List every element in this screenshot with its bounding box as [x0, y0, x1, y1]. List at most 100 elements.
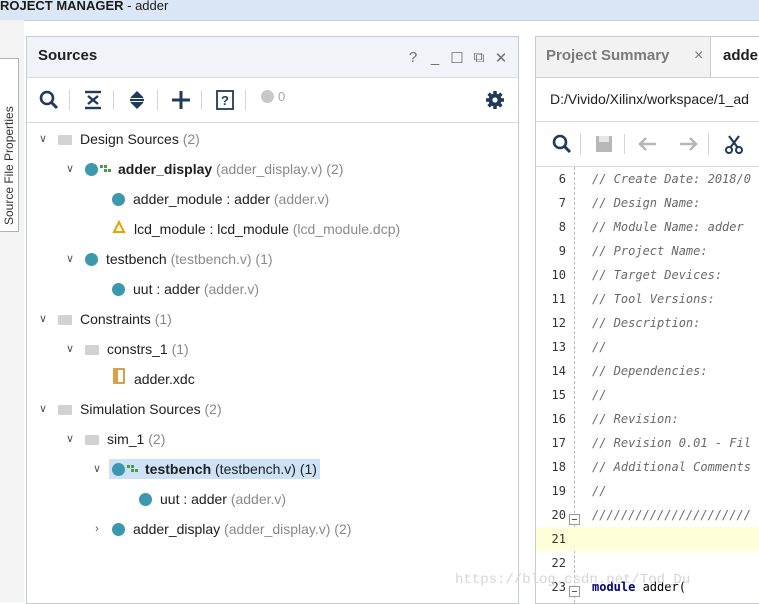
gear-icon[interactable]: [483, 88, 507, 112]
comment-text: // Revision:: [592, 412, 679, 426]
toolbar-separator: [708, 134, 709, 154]
undo-icon[interactable]: [636, 132, 660, 156]
editor-tab-bar: Project Summary × adder: [536, 37, 759, 78]
tree-node[interactable]: uut : adder (adder.v): [118, 487, 286, 511]
comment-text: //: [592, 388, 607, 402]
chevron-down-icon[interactable]: ∨: [64, 157, 76, 181]
line-number: 9: [558, 244, 566, 258]
tree-node[interactable]: adder.xdc: [91, 367, 195, 391]
tree-node[interactable]: ∨ adder_display (adder_display.v) (2): [64, 157, 343, 181]
float-icon[interactable]: ⧉: [472, 49, 486, 67]
tab-adder[interactable]: adder: [710, 37, 759, 77]
save-icon[interactable]: [592, 132, 616, 156]
chevron-down-icon[interactable]: ∨: [37, 127, 49, 151]
chevron-down-icon[interactable]: ∨: [64, 247, 76, 271]
tree-node[interactable]: uut : adder (adder.v): [91, 277, 259, 301]
minimize-icon[interactable]: _: [428, 49, 442, 67]
help-icon[interactable]: ?: [406, 49, 420, 67]
error-count: 0: [278, 89, 286, 104]
code-line: 11 // Tool Versions:: [536, 287, 759, 311]
tree-node[interactable]: ∨ Constraints (1): [37, 307, 172, 331]
tree-node-detail: (adder.v): [199, 281, 260, 297]
chevron-down-icon[interactable]: ∨: [64, 427, 76, 451]
line-number: 20: [551, 508, 566, 522]
expand-all-icon[interactable]: [125, 88, 149, 112]
code-line: 9 // Project Name:: [536, 239, 759, 263]
toolbar-separator: [69, 90, 70, 110]
comment-text: //: [592, 484, 607, 498]
panel-window-controls: ? _ ☐ ⧉ ✕: [406, 49, 508, 67]
tree-node-label: uut : adder: [133, 281, 200, 297]
tree-node-label: testbench: [106, 251, 167, 267]
chevron-down-icon[interactable]: ∨: [37, 397, 49, 421]
module-icon: [112, 523, 125, 536]
module-icon: [112, 283, 125, 296]
line-number: 17: [551, 436, 566, 450]
hierarchy-help-icon[interactable]: ?: [213, 88, 237, 112]
tree-node[interactable]: ∨ testbench (testbench.v) (1): [91, 457, 320, 481]
toolbar-separator: [624, 134, 625, 154]
tree-node[interactable]: lcd_module : lcd_module (lcd_module.dcp): [91, 217, 400, 241]
status-dot-icon: [261, 90, 274, 103]
code-editor[interactable]: 6 // Create Date: 2018/0 7 // Design Name: 8…: [536, 167, 759, 603]
tree-node-label: Design Sources: [80, 131, 179, 147]
error-count-badge[interactable]: 0: [261, 89, 285, 104]
tree-node-detail: (lcd_module.dcp): [288, 221, 401, 237]
redo-icon[interactable]: [676, 132, 700, 156]
sources-panel-header: Sources ? _ ☐ ⧉ ✕: [27, 37, 518, 77]
search-icon[interactable]: [550, 132, 574, 156]
tree-node[interactable]: ∨ Simulation Sources (2): [37, 397, 222, 421]
comment-text: //: [592, 340, 607, 354]
line-number: 8: [558, 220, 566, 234]
tree-node[interactable]: ∨ Design Sources (2): [37, 127, 200, 151]
line-number: 19: [551, 484, 566, 498]
maximize-icon[interactable]: ☐: [450, 49, 464, 67]
source-file-properties-tab[interactable]: Source File Properties: [0, 58, 19, 232]
close-icon[interactable]: ×: [694, 47, 703, 65]
hierarchy-icon: [100, 158, 111, 172]
tree-node-detail: (testbench.v) (1): [166, 251, 273, 267]
comment-text: //////////////////////: [592, 508, 751, 522]
line-number: 10: [551, 268, 566, 282]
tree-node-detail: (testbench.v) (1): [211, 461, 317, 477]
tree-node[interactable]: › adder_display (adder_display.v) (2): [91, 517, 351, 541]
tree-node-label: sim_1: [107, 431, 145, 447]
folder-icon: [58, 405, 72, 415]
chevron-down-icon[interactable]: ∨: [64, 337, 76, 361]
window-title-bar: ROJECT MANAGER - adder: [0, 0, 759, 21]
close-icon[interactable]: ✕: [494, 49, 508, 67]
cut-icon[interactable]: [722, 132, 746, 156]
tree-node[interactable]: ∨ sim_1 (2): [64, 427, 165, 451]
folder-icon: [85, 435, 99, 445]
comment-text: // Description:: [592, 316, 701, 330]
tree-node-label: testbench: [145, 461, 212, 477]
tree-node-label: constrs_1: [107, 341, 168, 357]
tree-node-label: adder_display: [118, 161, 213, 177]
tree-node-label: lcd_module : lcd_module: [134, 221, 289, 237]
module-icon: [112, 193, 125, 206]
chevron-down-icon[interactable]: ∨: [91, 457, 103, 481]
module-icon: [85, 253, 98, 266]
toolbar-separator: [113, 90, 114, 110]
code-line: 7 // Design Name:: [536, 191, 759, 215]
collapse-all-icon[interactable]: [81, 88, 105, 112]
code-line: 16 // Revision:: [536, 407, 759, 431]
editor-area: Project Summary × adder D:/Vivido/Xilinx…: [535, 36, 759, 604]
chevron-down-icon[interactable]: ∨: [37, 307, 49, 331]
code-line: 18 // Additional Comments: [536, 455, 759, 479]
code-line: 19 //: [536, 479, 759, 503]
tree-node[interactable]: ∨ testbench (testbench.v) (1): [64, 247, 273, 271]
comment-text: // Revision 0.01 - Fil: [592, 436, 751, 450]
left-sidebar: Source File Properties: [0, 20, 24, 602]
tree-node[interactable]: adder_module : adder (adder.v): [91, 187, 329, 211]
tree-node-detail: (2): [200, 401, 222, 417]
line-number: 16: [551, 412, 566, 426]
add-icon[interactable]: [169, 88, 193, 112]
toolbar-separator: [201, 90, 202, 110]
chevron-right-icon[interactable]: ›: [91, 517, 103, 541]
folder-icon: [58, 315, 72, 325]
tree-node[interactable]: ∨ constrs_1 (1): [64, 337, 189, 361]
tab-project-summary[interactable]: Project Summary: [536, 37, 710, 77]
search-icon[interactable]: [37, 88, 61, 112]
tree-node-detail: (2): [178, 131, 200, 147]
